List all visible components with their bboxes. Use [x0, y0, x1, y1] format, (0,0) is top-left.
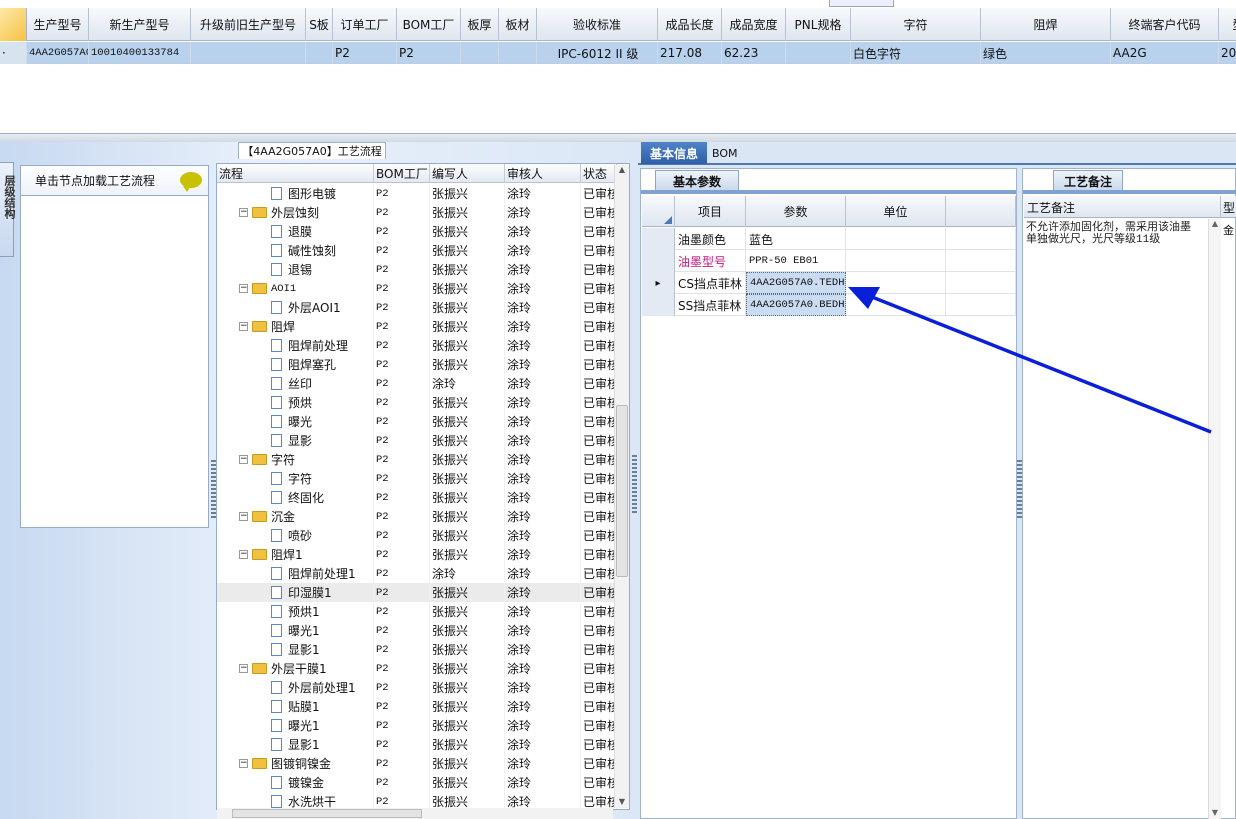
arrow-shaft [871, 295, 1212, 434]
annotation-arrow [848, 287, 1212, 434]
